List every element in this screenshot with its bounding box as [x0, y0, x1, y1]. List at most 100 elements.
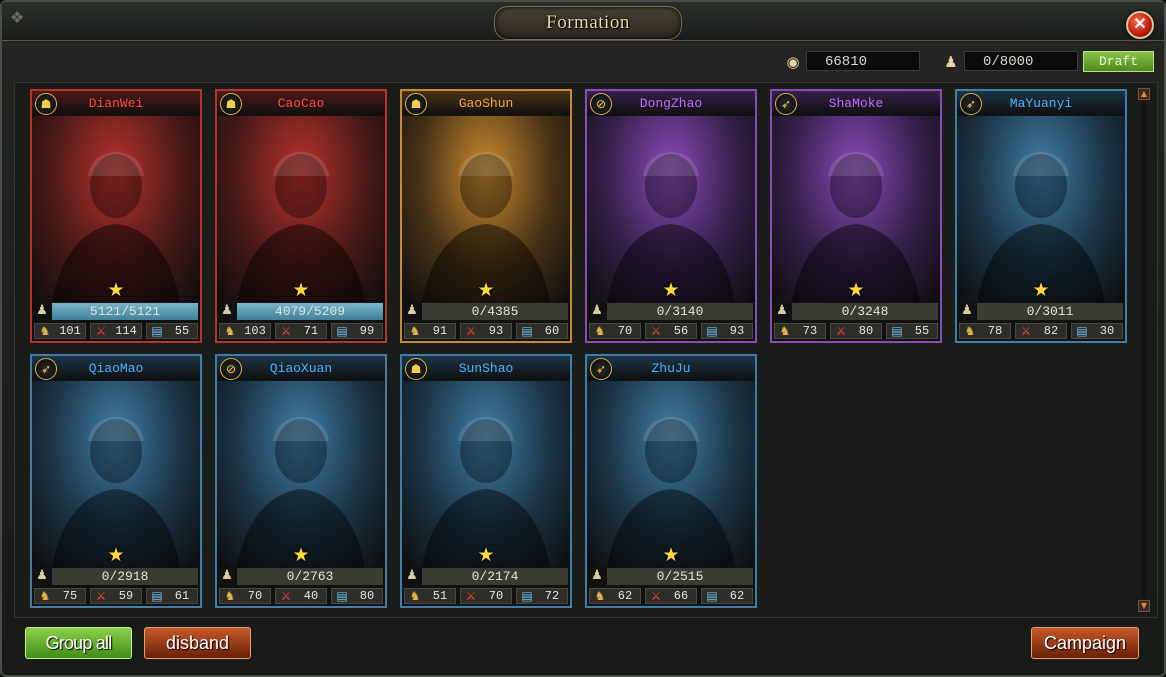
intelligence-value: 62 — [729, 589, 745, 603]
rank-star-icon: ★ — [1032, 279, 1050, 301]
intelligence-value: 60 — [544, 324, 560, 338]
leadership-icon: ♞ — [409, 324, 421, 338]
hero-portrait — [402, 381, 570, 567]
hero-figure-icon — [52, 152, 180, 302]
book-icon: ▤ — [151, 589, 163, 603]
troop-icon: ♟ — [221, 568, 233, 583]
hero-name: ShaMoke — [828, 96, 884, 111]
swords-icon: ⚔ — [465, 324, 477, 338]
war-stat: ⚔ 70 — [460, 588, 512, 604]
war-stat: ⚔ 80 — [830, 323, 882, 339]
leadership-value: 103 — [244, 324, 266, 338]
leadership-value: 51 — [432, 589, 448, 603]
hero-portrait — [32, 381, 200, 567]
hero-card[interactable]: ☗ CaoCao ★ ♟ 4079/5209 ♞ 103 ⚔ 71 ▤ 99 — [215, 89, 387, 343]
hero-card-header: ⊘ QiaoXuan — [217, 356, 385, 381]
troop-count: 0/3140 — [607, 303, 753, 320]
hero-card[interactable]: ⊘ DongZhao ★ ♟ 0/3140 ♞ 70 ⚔ 56 ▤ 93 — [585, 89, 757, 343]
war-value: 114 — [115, 324, 137, 338]
leadership-icon: ♞ — [594, 324, 606, 338]
war-stat: ⚔ 66 — [645, 588, 697, 604]
coin-icon: ◉ — [786, 53, 800, 71]
leadership-icon: ♞ — [39, 589, 51, 603]
war-value: 59 — [118, 589, 134, 603]
close-button[interactable]: ✕ — [1126, 11, 1154, 39]
scroll-up-icon[interactable]: ▲ — [1138, 88, 1150, 100]
leadership-stat: ♞ 73 — [774, 323, 826, 339]
war-stat: ⚔ 71 — [275, 323, 327, 339]
leadership-value: 91 — [432, 324, 448, 338]
intelligence-stat: ▤ 55 — [886, 323, 938, 339]
leadership-stat: ♞ 75 — [34, 588, 86, 604]
hero-name: DongZhao — [639, 96, 703, 111]
draft-button[interactable]: Draft — [1083, 51, 1154, 72]
title-plate: Formation — [494, 6, 682, 40]
leadership-icon: ♞ — [409, 589, 421, 603]
group-all-button[interactable]: Group all — [25, 627, 132, 659]
intelligence-stat: ▤ 80 — [331, 588, 383, 604]
hero-card[interactable]: ⊘ QiaoXuan ★ ♟ 0/2763 ♞ 70 ⚔ 40 ▤ 80 — [215, 354, 387, 608]
leadership-stat: ♞ 70 — [589, 323, 641, 339]
hero-card-header: ➶ QiaoMao — [32, 356, 200, 381]
hero-name: QiaoMao — [88, 361, 144, 376]
intelligence-value: 99 — [359, 324, 375, 338]
hero-card[interactable]: ☗ GaoShun ★ ♟ 0/4385 ♞ 91 ⚔ 93 ▤ 60 — [400, 89, 572, 343]
troop-icon: ♟ — [591, 303, 603, 318]
book-icon: ▤ — [336, 589, 348, 603]
hero-card[interactable]: ➶ ShaMoke ★ ♟ 0/3248 ♞ 73 ⚔ 80 ▤ 55 — [770, 89, 942, 343]
hero-name: GaoShun — [458, 96, 514, 111]
rank-star-icon: ★ — [477, 544, 495, 566]
hero-name: SunShao — [458, 361, 514, 376]
leadership-value: 70 — [617, 324, 633, 338]
leadership-value: 70 — [247, 589, 263, 603]
hero-figure-icon — [607, 417, 735, 567]
hero-card-header: ☗ SunShao — [402, 356, 570, 381]
intelligence-value: 72 — [544, 589, 560, 603]
leadership-stat: ♞ 51 — [404, 588, 456, 604]
book-icon: ▤ — [151, 324, 163, 338]
scroll-down-icon[interactable]: ▼ — [1138, 600, 1150, 612]
hero-portrait — [957, 116, 1125, 302]
hero-card[interactable]: ☗ DianWei ★ ♟ 5121/5121 ♞ 101 ⚔ 114 ▤ 55 — [30, 89, 202, 343]
war-value: 70 — [488, 589, 504, 603]
scrollbar[interactable]: ▲ ▼ — [1138, 88, 1150, 612]
book-icon: ▤ — [706, 324, 718, 338]
swords-icon: ⚔ — [650, 589, 662, 603]
hero-portrait — [587, 381, 755, 567]
leadership-icon: ♞ — [39, 324, 51, 338]
formation-window: ❖ Formation ✕ ◉ 66810 ♟ 0/8000 Draft ☗ Di… — [0, 0, 1166, 677]
war-value: 80 — [858, 324, 874, 338]
war-stat: ⚔ 59 — [90, 588, 142, 604]
hero-card[interactable]: ➶ ZhuJu ★ ♟ 0/2515 ♞ 62 ⚔ 66 ▤ 62 — [585, 354, 757, 608]
scroll-track[interactable] — [1142, 102, 1146, 598]
leadership-stat: ♞ 101 — [34, 323, 86, 339]
hero-card[interactable]: ➶ QiaoMao ★ ♟ 0/2918 ♞ 75 ⚔ 59 ▤ 61 — [30, 354, 202, 608]
leadership-value: 75 — [62, 589, 78, 603]
book-icon: ▤ — [1076, 324, 1088, 338]
title-bar: ❖ Formation ✕ — [2, 2, 1164, 41]
swords-icon: ⚔ — [280, 589, 292, 603]
hero-card[interactable]: ➶ MaYuanyi ★ ♟ 0/3011 ♞ 78 ⚔ 82 ▤ 30 — [955, 89, 1127, 343]
leadership-stat: ♞ 62 — [589, 588, 641, 604]
campaign-button[interactable]: Campaign — [1031, 627, 1139, 659]
book-icon: ▤ — [706, 589, 718, 603]
disband-button[interactable]: disband — [144, 627, 251, 659]
leadership-value: 78 — [987, 324, 1003, 338]
intelligence-value: 55 — [174, 324, 190, 338]
troop-icon: ♟ — [36, 568, 48, 583]
rank-star-icon: ★ — [292, 544, 310, 566]
hero-name: MaYuanyi — [1009, 96, 1073, 111]
troop-count: 0/2763 — [237, 568, 383, 585]
intelligence-stat: ▤ 55 — [146, 323, 198, 339]
war-value: 93 — [488, 324, 504, 338]
swords-icon: ⚔ — [95, 589, 107, 603]
intelligence-stat: ▤ 72 — [516, 588, 568, 604]
hero-card[interactable]: ☗ SunShao ★ ♟ 0/2174 ♞ 51 ⚔ 70 ▤ 72 — [400, 354, 572, 608]
war-value: 82 — [1043, 324, 1059, 338]
hero-figure-icon — [792, 152, 920, 302]
hero-figure-icon — [237, 417, 365, 567]
war-stat: ⚔ 93 — [460, 323, 512, 339]
hero-name: CaoCao — [277, 96, 325, 111]
leadership-stat: ♞ 91 — [404, 323, 456, 339]
book-icon: ▤ — [521, 324, 533, 338]
